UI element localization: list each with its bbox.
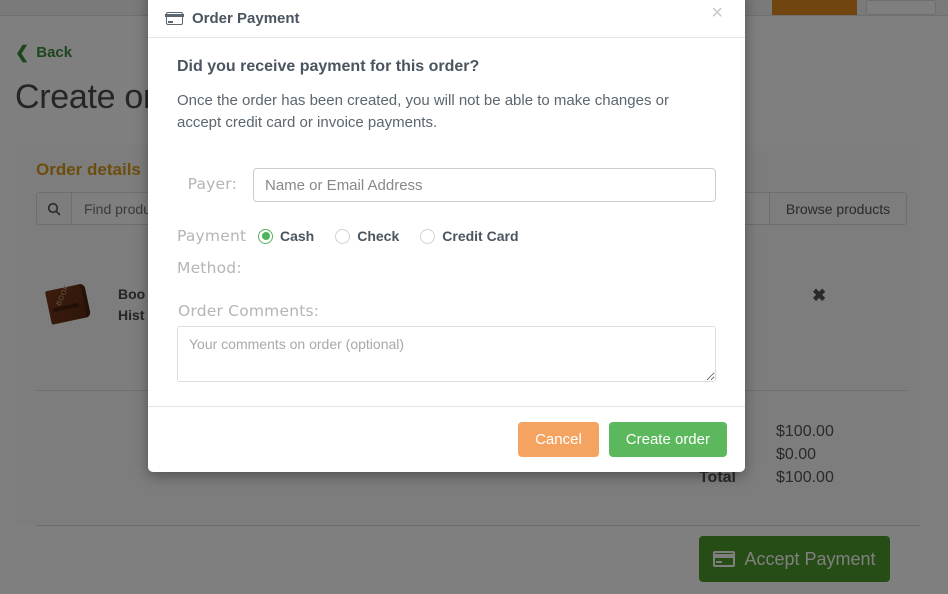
radio-option-check[interactable]: Check bbox=[335, 220, 399, 252]
close-icon[interactable]: × bbox=[705, 2, 729, 24]
credit-card-icon bbox=[165, 12, 184, 25]
radio-icon[interactable] bbox=[335, 228, 351, 244]
payment-method-label: Payment Method: bbox=[177, 227, 247, 277]
modal-title: Order Payment bbox=[165, 10, 300, 27]
payer-label: Payer: bbox=[187, 175, 237, 193]
modal-question: Did you receive payment for this order? bbox=[177, 58, 480, 75]
modal-body: Did you receive payment for this order? … bbox=[148, 38, 745, 406]
payment-method-options: Cash Check Credit Card bbox=[253, 220, 532, 252]
modal-footer: Cancel Create order bbox=[148, 406, 745, 472]
radio-label-cash: Cash bbox=[280, 228, 315, 244]
order-comments-block: Order Comments: bbox=[177, 302, 716, 382]
radio-label-credit-card: Credit Card bbox=[442, 228, 519, 244]
order-payment-modal: Order Payment × Did you receive payment … bbox=[148, 0, 745, 472]
radio-icon-selected[interactable] bbox=[258, 228, 273, 244]
payer-input[interactable] bbox=[253, 168, 716, 202]
radio-icon[interactable] bbox=[420, 228, 436, 244]
modal-title-label: Order Payment bbox=[192, 10, 300, 27]
order-comments-textarea[interactable] bbox=[177, 326, 716, 382]
cancel-button[interactable]: Cancel bbox=[518, 422, 599, 457]
radio-option-cash[interactable]: Cash bbox=[258, 220, 314, 252]
radio-option-credit-card[interactable]: Credit Card bbox=[420, 220, 519, 252]
order-comments-label: Order Comments: bbox=[178, 302, 320, 320]
modal-description: Once the order has been created, you wil… bbox=[177, 92, 669, 131]
create-order-button[interactable]: Create order bbox=[608, 422, 727, 457]
screen: ❮ Back Create or Order details Browse pr… bbox=[0, 0, 948, 594]
payment-method-row: Payment Method: Cash Check Credit Card bbox=[177, 220, 716, 284]
payer-row: Payer: bbox=[177, 168, 716, 202]
modal-header: Order Payment × bbox=[148, 0, 745, 38]
radio-label-check: Check bbox=[357, 228, 400, 244]
